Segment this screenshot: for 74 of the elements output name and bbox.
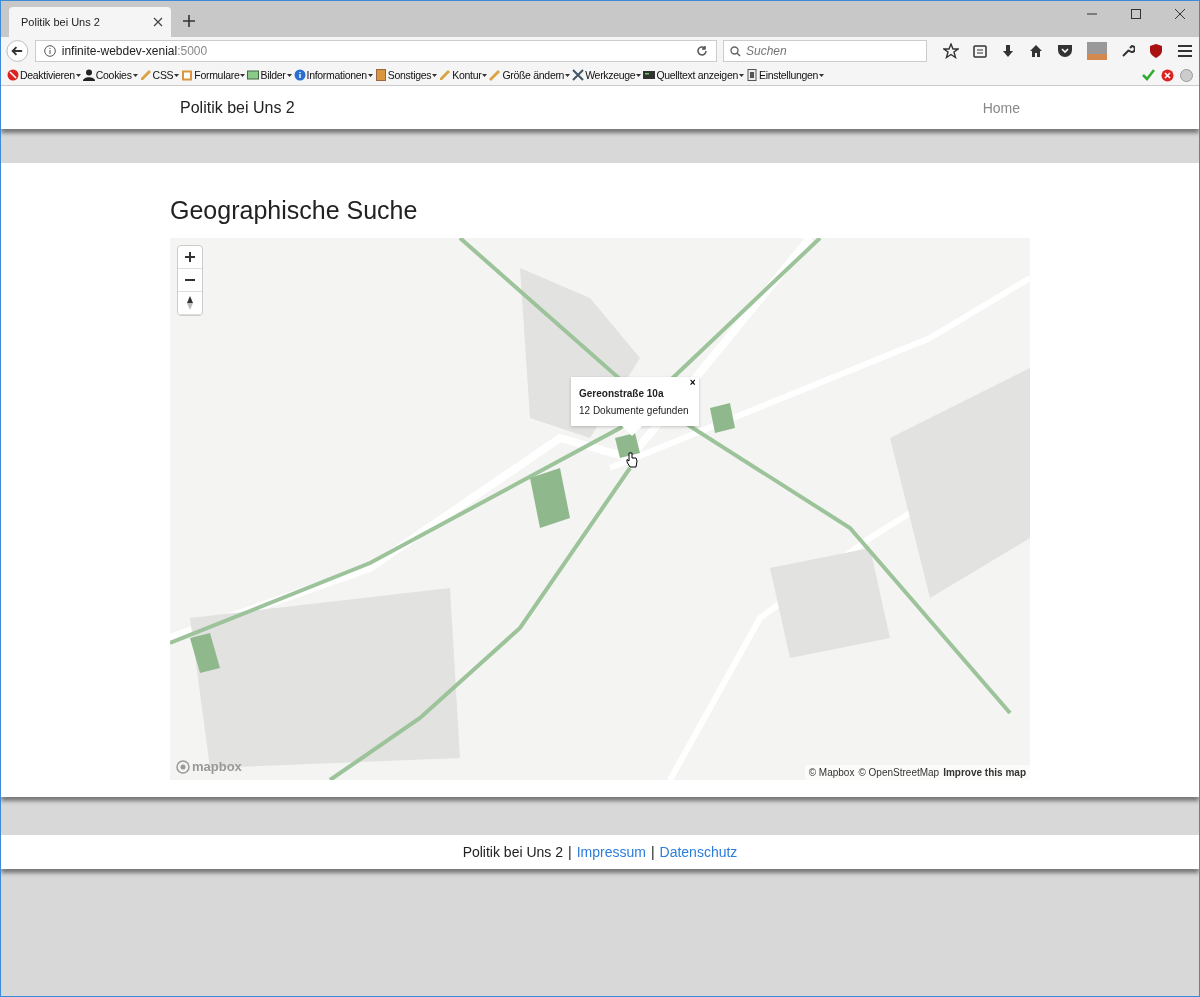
footer-separator: |: [650, 844, 655, 860]
toolbar-menu[interactable]: Bilder: [247, 69, 292, 81]
mapbox-logo-icon: [176, 759, 190, 774]
download-icon[interactable]: [1001, 44, 1015, 58]
ruler-icon: [489, 69, 502, 81]
footer-separator: |: [568, 844, 572, 860]
caret-icon: [75, 73, 81, 77]
improve-map-link[interactable]: Improve this map: [943, 767, 1026, 778]
shield-icon[interactable]: [1149, 43, 1163, 59]
page-heading: Geographische Suche: [170, 195, 419, 226]
forbidden-icon: [7, 69, 19, 81]
toolbar-menu[interactable]: Einstellungen: [745, 69, 825, 81]
home-icon[interactable]: [1029, 44, 1043, 58]
toolbar-menu[interactable]: Cookies: [82, 69, 138, 81]
caret-icon: [819, 73, 825, 77]
toolbar-menu[interactable]: Kontur: [439, 69, 488, 81]
status-dot-icon: [1180, 68, 1193, 82]
book-icon: [374, 69, 387, 81]
toolbar-menu[interactable]: Quelltext anzeigen: [643, 69, 744, 81]
maximize-icon[interactable]: [1131, 9, 1141, 19]
toolbar-menu[interactable]: Werkzeuge: [572, 69, 642, 81]
info-icon: [43, 45, 56, 57]
screen-icon: [643, 69, 656, 81]
footer-link[interactable]: Datenschutz: [659, 844, 738, 860]
toolbar-menu[interactable]: Sonstiges: [374, 69, 438, 81]
caret-icon: [132, 73, 138, 77]
popup-close-button[interactable]: ×: [689, 377, 696, 388]
caret-icon: [565, 73, 571, 77]
reload-icon[interactable]: [696, 45, 708, 57]
toolbar-menu[interactable]: Formulare: [181, 69, 246, 81]
popup-title: Gereonstraße 10a: [579, 388, 665, 399]
back-icon[interactable]: [6, 39, 29, 63]
search-field[interactable]: Suchen: [723, 40, 927, 62]
person-icon: [82, 69, 95, 81]
site-brand[interactable]: Politik bei Uns 2: [180, 98, 295, 117]
caret-icon: [432, 73, 438, 77]
footer-link[interactable]: Impressum: [576, 844, 646, 860]
hand-cursor-icon: [626, 452, 638, 468]
toolbar-menu[interactable]: Größe ändern: [489, 69, 571, 81]
pocket-icon[interactable]: [1057, 44, 1073, 58]
browser-tab[interactable]: Politik bei Uns 2: [9, 7, 171, 37]
close-icon[interactable]: [153, 17, 163, 27]
attribution-link[interactable]: © Mapbox: [808, 767, 855, 778]
reading-list-icon[interactable]: [973, 44, 987, 58]
clipboard-icon: [181, 69, 194, 81]
wrench-icon[interactable]: [1121, 44, 1135, 58]
star-icon[interactable]: [943, 43, 959, 59]
caret-icon: [367, 73, 373, 77]
caret-icon: [174, 73, 180, 77]
toolbar-menu[interactable]: Deaktivieren: [7, 69, 81, 81]
toolbar-menu[interactable]: Informationen: [293, 69, 373, 81]
caret-icon: [636, 73, 642, 77]
close-icon[interactable]: [1175, 9, 1185, 19]
pencil-icon: [139, 69, 152, 81]
info-icon: [293, 69, 306, 81]
footer-brand: Politik bei Uns 2: [462, 844, 563, 860]
error-icon: [1161, 68, 1174, 82]
caret-icon: [738, 73, 744, 77]
image-icon: [247, 69, 260, 81]
checkmark-icon: [1142, 69, 1155, 81]
tools-icon: [572, 69, 585, 81]
toolbar-menu[interactable]: CSS: [139, 69, 180, 81]
menu-icon[interactable]: [1177, 44, 1193, 58]
attribution-link[interactable]: © OpenStreetMap: [858, 767, 940, 778]
caret-icon: [482, 73, 488, 77]
caret-icon: [286, 73, 292, 77]
new-tab-icon[interactable]: [183, 15, 195, 27]
url-field[interactable]: infinite-webdev-xenial:5000: [34, 40, 717, 62]
switch-icon: [745, 69, 758, 81]
nav-link[interactable]: Home: [982, 99, 1020, 116]
popup-text: 12 Dokumente gefunden: [579, 405, 689, 416]
caret-icon: [240, 73, 246, 77]
tab-title: Politik bei Uns 2: [21, 16, 101, 28]
pencil-icon: [439, 69, 452, 81]
